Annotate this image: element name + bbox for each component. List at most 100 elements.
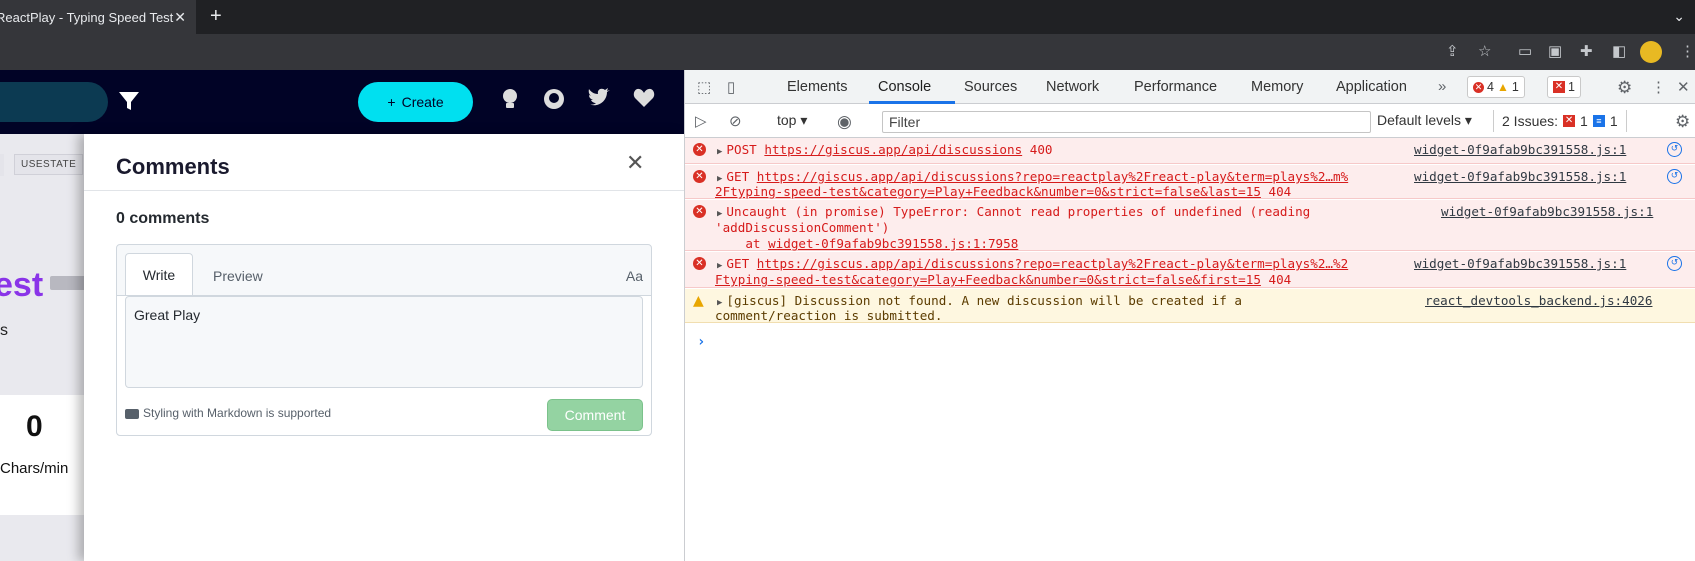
network-request-icon[interactable]: ↺ <box>1667 142 1682 157</box>
issues-label: 2 Issues: <box>1502 113 1559 129</box>
request-url-link[interactable]: https://giscus.app/api/discussions <box>764 142 1022 157</box>
text-format-toggle[interactable]: Aa <box>626 268 643 284</box>
network-request-icon[interactable]: ↺ <box>1667 169 1682 184</box>
heart-icon[interactable] <box>633 88 655 114</box>
tab-elements[interactable]: Elements <box>787 79 847 95</box>
console-filter-input[interactable]: Filter <box>882 111 1371 133</box>
console-message[interactable]: ▲ ▶ [giscus] Discussion not found. A new … <box>685 289 1695 323</box>
error-warning-badge[interactable]: ✕ 4 ▲ 1 <box>1467 76 1525 98</box>
tab-preview[interactable]: Preview <box>213 268 263 284</box>
comment-count: 0 comments <box>116 210 210 227</box>
stat-card <box>0 395 86 515</box>
side-panel-icon[interactable]: ◧ <box>1612 42 1626 60</box>
browser-menu-icon[interactable]: ⋮ <box>1680 42 1695 60</box>
extension-icon[interactable]: ▭ <box>1518 42 1532 60</box>
request-url-link-cont[interactable]: Ftyping-speed-test&category=Play+Feedbac… <box>715 272 1261 287</box>
tab-sources[interactable]: Sources <box>964 79 1017 95</box>
tab-network[interactable]: Network <box>1046 79 1099 95</box>
github-icon[interactable] <box>543 88 565 116</box>
tab-console[interactable]: Console <box>878 79 931 95</box>
more-tabs-icon[interactable]: » <box>1438 78 1446 95</box>
error-icon: ✕ <box>693 257 706 270</box>
warning-count: 1 <box>1511 80 1519 94</box>
stack-frame-link[interactable]: widget-0f9afab9bc391558.js:1:7958 <box>768 236 1018 251</box>
expand-triangle-icon[interactable]: ▶ <box>717 209 722 219</box>
comments-panel: Comments ✕ 0 comments Write Preview Aa G… <box>84 134 684 561</box>
source-link[interactable]: widget-0f9afab9bc391558.js:1 <box>1414 169 1626 184</box>
tab-search-icon[interactable]: ⌄ <box>1673 8 1685 25</box>
search-input[interactable] <box>0 82 108 122</box>
share-icon[interactable]: ⇪ <box>1446 42 1459 60</box>
http-method: GET <box>726 169 750 184</box>
tab-performance[interactable]: Performance <box>1134 79 1217 95</box>
expand-triangle-icon[interactable]: ▶ <box>717 261 722 271</box>
bookmark-star-icon[interactable]: ☆ <box>1478 42 1491 60</box>
error-icon: ✕ <box>693 170 706 183</box>
clear-console-icon[interactable]: ⊘ <box>729 112 742 130</box>
context-selector[interactable]: top ▾ <box>777 112 807 129</box>
console-toolbar: ▷ ⊘ top ▾ ◉ Filter Default levels ▾ 2 Is… <box>685 104 1695 138</box>
cast-icon[interactable]: ▣ <box>1548 42 1562 60</box>
error-line1: Uncaught (in promise) TypeError: Cannot … <box>726 204 1311 219</box>
create-button[interactable]: + Create <box>358 82 473 122</box>
divider <box>84 190 684 191</box>
expand-triangle-icon[interactable]: ▶ <box>717 298 722 308</box>
expand-triangle-icon[interactable]: ▶ <box>717 147 722 157</box>
log-levels-dropdown[interactable]: Default levels ▾ <box>1377 112 1472 129</box>
markdown-icon <box>125 409 139 419</box>
sidebar-toggle-icon[interactable]: ▷ <box>695 112 707 130</box>
devtools-tab-bar: ⬚ ▯ Elements Console Sources Network Per… <box>685 70 1695 104</box>
issues-counter[interactable]: 2 Issues: ✕ 1 ≡ 1 <box>1493 110 1627 132</box>
browser-tab-strip: ReactPlay - Typing Speed Test ✕ + ⌄ <box>0 0 1695 34</box>
issues-badge[interactable]: ✕ 1 <box>1547 76 1581 98</box>
warning-line1: [giscus] Discussion not found. A new dis… <box>726 293 1243 308</box>
markdown-note[interactable]: Styling with Markdown is supported <box>143 406 331 420</box>
device-toolbar-icon[interactable]: ▯ <box>727 78 735 96</box>
console-message[interactable]: ✕ ▶ POST https://giscus.app/api/discussio… <box>685 138 1695 164</box>
console-message[interactable]: ✕ ▶ GET https://giscus.app/api/discussion… <box>685 165 1695 199</box>
settings-gear-icon[interactable]: ⚙ <box>1617 78 1632 98</box>
twitter-icon[interactable] <box>587 88 611 114</box>
console-prompt-chevron-icon[interactable]: › <box>697 334 705 350</box>
plus-icon: + <box>387 94 396 110</box>
tab-write[interactable]: Write <box>125 253 193 296</box>
devtools-menu-icon[interactable]: ⋮ <box>1651 78 1666 96</box>
console-output: ✕ ▶ POST https://giscus.app/api/discussio… <box>685 138 1695 561</box>
inspect-element-icon[interactable]: ⬚ <box>697 78 711 96</box>
live-expression-eye-icon[interactable]: ◉ <box>837 112 852 132</box>
console-settings-icon[interactable]: ⚙ <box>1675 112 1690 132</box>
comment-textarea[interactable]: Great Play <box>125 296 643 388</box>
http-method: GET <box>726 256 750 271</box>
console-message[interactable]: ✕ ▶ Uncaught (in promise) TypeError: Cann… <box>685 200 1695 251</box>
lightbulb-icon[interactable] <box>500 88 520 116</box>
request-url-link-cont[interactable]: 2Ftyping-speed-test&category=Play+Feedba… <box>715 184 1261 199</box>
expand-triangle-icon[interactable]: ▶ <box>717 174 722 184</box>
keyboard-icon <box>50 276 86 290</box>
http-method: POST <box>726 142 757 157</box>
source-link[interactable]: widget-0f9afab9bc391558.js:1 <box>1414 142 1626 157</box>
close-tab-icon[interactable]: ✕ <box>174 9 186 26</box>
warning-icon: ▲ <box>1496 80 1509 94</box>
site-navbar: + Create <box>0 70 684 134</box>
error-line2: 'addDiscussionComment') <box>715 220 890 235</box>
network-request-icon[interactable]: ↺ <box>1667 256 1682 271</box>
filter-icon[interactable] <box>118 90 140 118</box>
new-tab-icon[interactable]: + <box>210 5 222 28</box>
puzzle-icon[interactable]: ✚ <box>1580 42 1593 60</box>
request-url-link[interactable]: https://giscus.app/api/discussions?repo=… <box>757 256 1348 271</box>
request-url-link[interactable]: https://giscus.app/api/discussions?repo=… <box>757 169 1348 184</box>
browser-tab[interactable]: ReactPlay - Typing Speed Test ✕ <box>0 0 196 34</box>
tab-memory[interactable]: Memory <box>1251 79 1303 95</box>
error-count: 4 <box>1487 80 1494 94</box>
source-link[interactable]: widget-0f9afab9bc391558.js:1 <box>1441 204 1653 219</box>
console-message[interactable]: ✕ ▶ GET https://giscus.app/api/discussion… <box>685 252 1695 288</box>
tab-application[interactable]: Application <box>1336 79 1407 95</box>
close-icon[interactable]: ✕ <box>626 150 644 176</box>
context-label: top <box>777 112 797 128</box>
source-link[interactable]: widget-0f9afab9bc391558.js:1 <box>1414 256 1626 271</box>
comment-submit-button[interactable]: Comment <box>547 399 643 431</box>
close-devtools-icon[interactable]: ✕ <box>1677 78 1690 96</box>
source-link[interactable]: react_devtools_backend.js:4026 <box>1425 293 1652 308</box>
tab-title: ReactPlay - Typing Speed Test <box>0 9 174 25</box>
profile-avatar[interactable] <box>1640 41 1662 63</box>
